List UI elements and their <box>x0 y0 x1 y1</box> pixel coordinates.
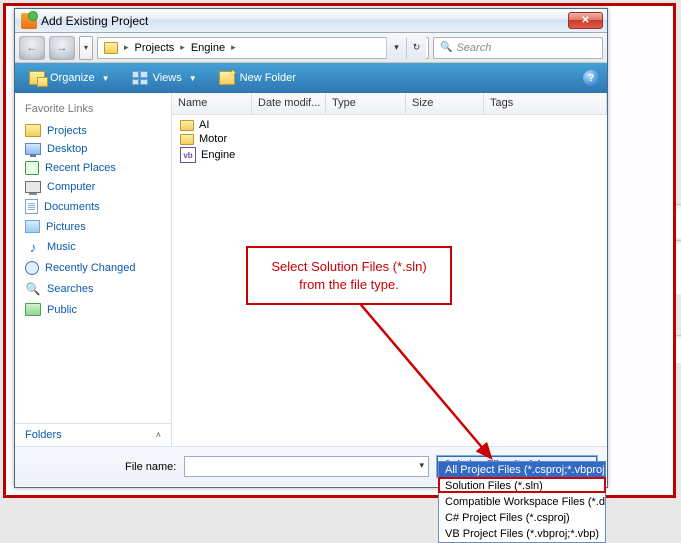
computer-icon <box>25 181 41 193</box>
annotation-frame: Add Existing Project ✕ ← → ▾ ▸ Projects … <box>3 3 676 498</box>
sidebar-item-desktop[interactable]: Desktop <box>19 140 167 158</box>
dropdown-option[interactable]: Solution Files (*.sln) <box>439 478 605 494</box>
views-icon <box>132 71 148 85</box>
folder-icon <box>180 120 194 131</box>
dropdown-option[interactable]: Compatible Workspace Files (*.dsw;*.vcw) <box>439 494 605 510</box>
sidebar: Favorite Links Projects Desktop Recent P… <box>15 93 172 446</box>
search-input[interactable]: Search <box>433 37 603 59</box>
address-bar[interactable]: ▸ Projects ▸ Engine ▸ ▾ ↻ <box>97 37 429 59</box>
list-item[interactable]: Motor <box>176 132 603 146</box>
folder-icon <box>25 124 41 137</box>
sidebar-item-documents[interactable]: Documents <box>19 196 167 217</box>
address-dropdown[interactable]: ▾ <box>386 37 406 59</box>
refresh-button[interactable]: ↻ <box>406 37 426 59</box>
new-folder-label: New Folder <box>240 72 296 84</box>
close-button[interactable]: ✕ <box>568 12 603 29</box>
list-item[interactable]: AI <box>176 118 603 132</box>
dropdown-option[interactable]: All Project Files (*.csproj;*.vbproj;*.v… <box>439 462 605 478</box>
filename-input[interactable] <box>184 456 429 477</box>
folders-toggle[interactable]: Folders ˄ <box>15 423 171 446</box>
toolbar: Organize ▼ Views ▼ New Folder ? <box>15 63 607 93</box>
organize-label: Organize <box>50 72 95 84</box>
col-type[interactable]: Type <box>326 93 406 114</box>
sidebar-item-searches[interactable]: 🔍Searches <box>19 278 167 300</box>
window-title: Add Existing Project <box>41 14 568 28</box>
search-icon: 🔍 <box>25 281 41 297</box>
history-dropdown[interactable]: ▾ <box>79 36 93 60</box>
recent-icon <box>25 161 39 175</box>
breadcrumb-projects[interactable]: Projects <box>131 40 179 56</box>
desktop-icon <box>25 143 41 155</box>
changed-icon <box>25 261 39 275</box>
help-button[interactable]: ? <box>583 70 599 86</box>
pictures-icon <box>25 220 40 233</box>
back-button[interactable]: ← <box>19 36 45 60</box>
views-label: Views <box>153 72 182 84</box>
public-icon <box>25 303 41 316</box>
sidebar-item-recently-changed[interactable]: Recently Changed <box>19 258 167 278</box>
organize-button[interactable]: Organize ▼ <box>23 69 116 87</box>
app-icon <box>21 13 37 29</box>
filename-label: File name: <box>125 461 176 473</box>
music-icon: ♪ <box>25 239 41 255</box>
list-item[interactable]: vbEngine <box>176 146 603 164</box>
dropdown-option[interactable]: VB Project Files (*.vbproj;*.vbp) <box>439 526 605 542</box>
sidebar-item-public[interactable]: Public <box>19 300 167 319</box>
organize-icon <box>29 71 45 85</box>
filetype-dropdown-list[interactable]: All Project Files (*.csproj;*.vbproj;*.v… <box>438 461 606 543</box>
folder-icon <box>180 134 194 145</box>
annotation-callout: Select Solution Files (*.sln) from the f… <box>246 246 452 305</box>
col-size[interactable]: Size <box>406 93 484 114</box>
chevron-up-icon: ˄ <box>156 430 161 440</box>
documents-icon <box>25 199 38 214</box>
dropdown-option[interactable]: C# Project Files (*.csproj) <box>439 510 605 526</box>
sidebar-item-music[interactable]: ♪Music <box>19 236 167 258</box>
favorites-heading: Favorite Links <box>15 99 171 121</box>
forward-button[interactable]: → <box>49 36 75 60</box>
titlebar: Add Existing Project ✕ <box>15 9 607 33</box>
sidebar-item-recent-places[interactable]: Recent Places <box>19 158 167 178</box>
file-list[interactable]: AI Motor vbEngine <box>172 115 607 167</box>
sidebar-item-pictures[interactable]: Pictures <box>19 217 167 236</box>
col-name[interactable]: Name <box>172 93 252 114</box>
new-folder-button[interactable]: New Folder <box>213 69 302 87</box>
breadcrumb-engine[interactable]: Engine <box>187 40 229 56</box>
sidebar-item-computer[interactable]: Computer <box>19 178 167 196</box>
column-headers[interactable]: Name Date modif... Type Size Tags <box>172 93 607 115</box>
col-tags[interactable]: Tags <box>484 93 607 114</box>
vs-project-icon: vb <box>180 147 196 163</box>
folder-icon <box>104 42 118 54</box>
views-button[interactable]: Views ▼ <box>126 69 203 87</box>
new-folder-icon <box>219 71 235 85</box>
sidebar-item-projects[interactable]: Projects <box>19 121 167 140</box>
nav-bar: ← → ▾ ▸ Projects ▸ Engine ▸ ▾ ↻ Search <box>15 33 607 63</box>
col-modified[interactable]: Date modif... <box>252 93 326 114</box>
address-controls: ▾ ↻ <box>386 37 426 59</box>
